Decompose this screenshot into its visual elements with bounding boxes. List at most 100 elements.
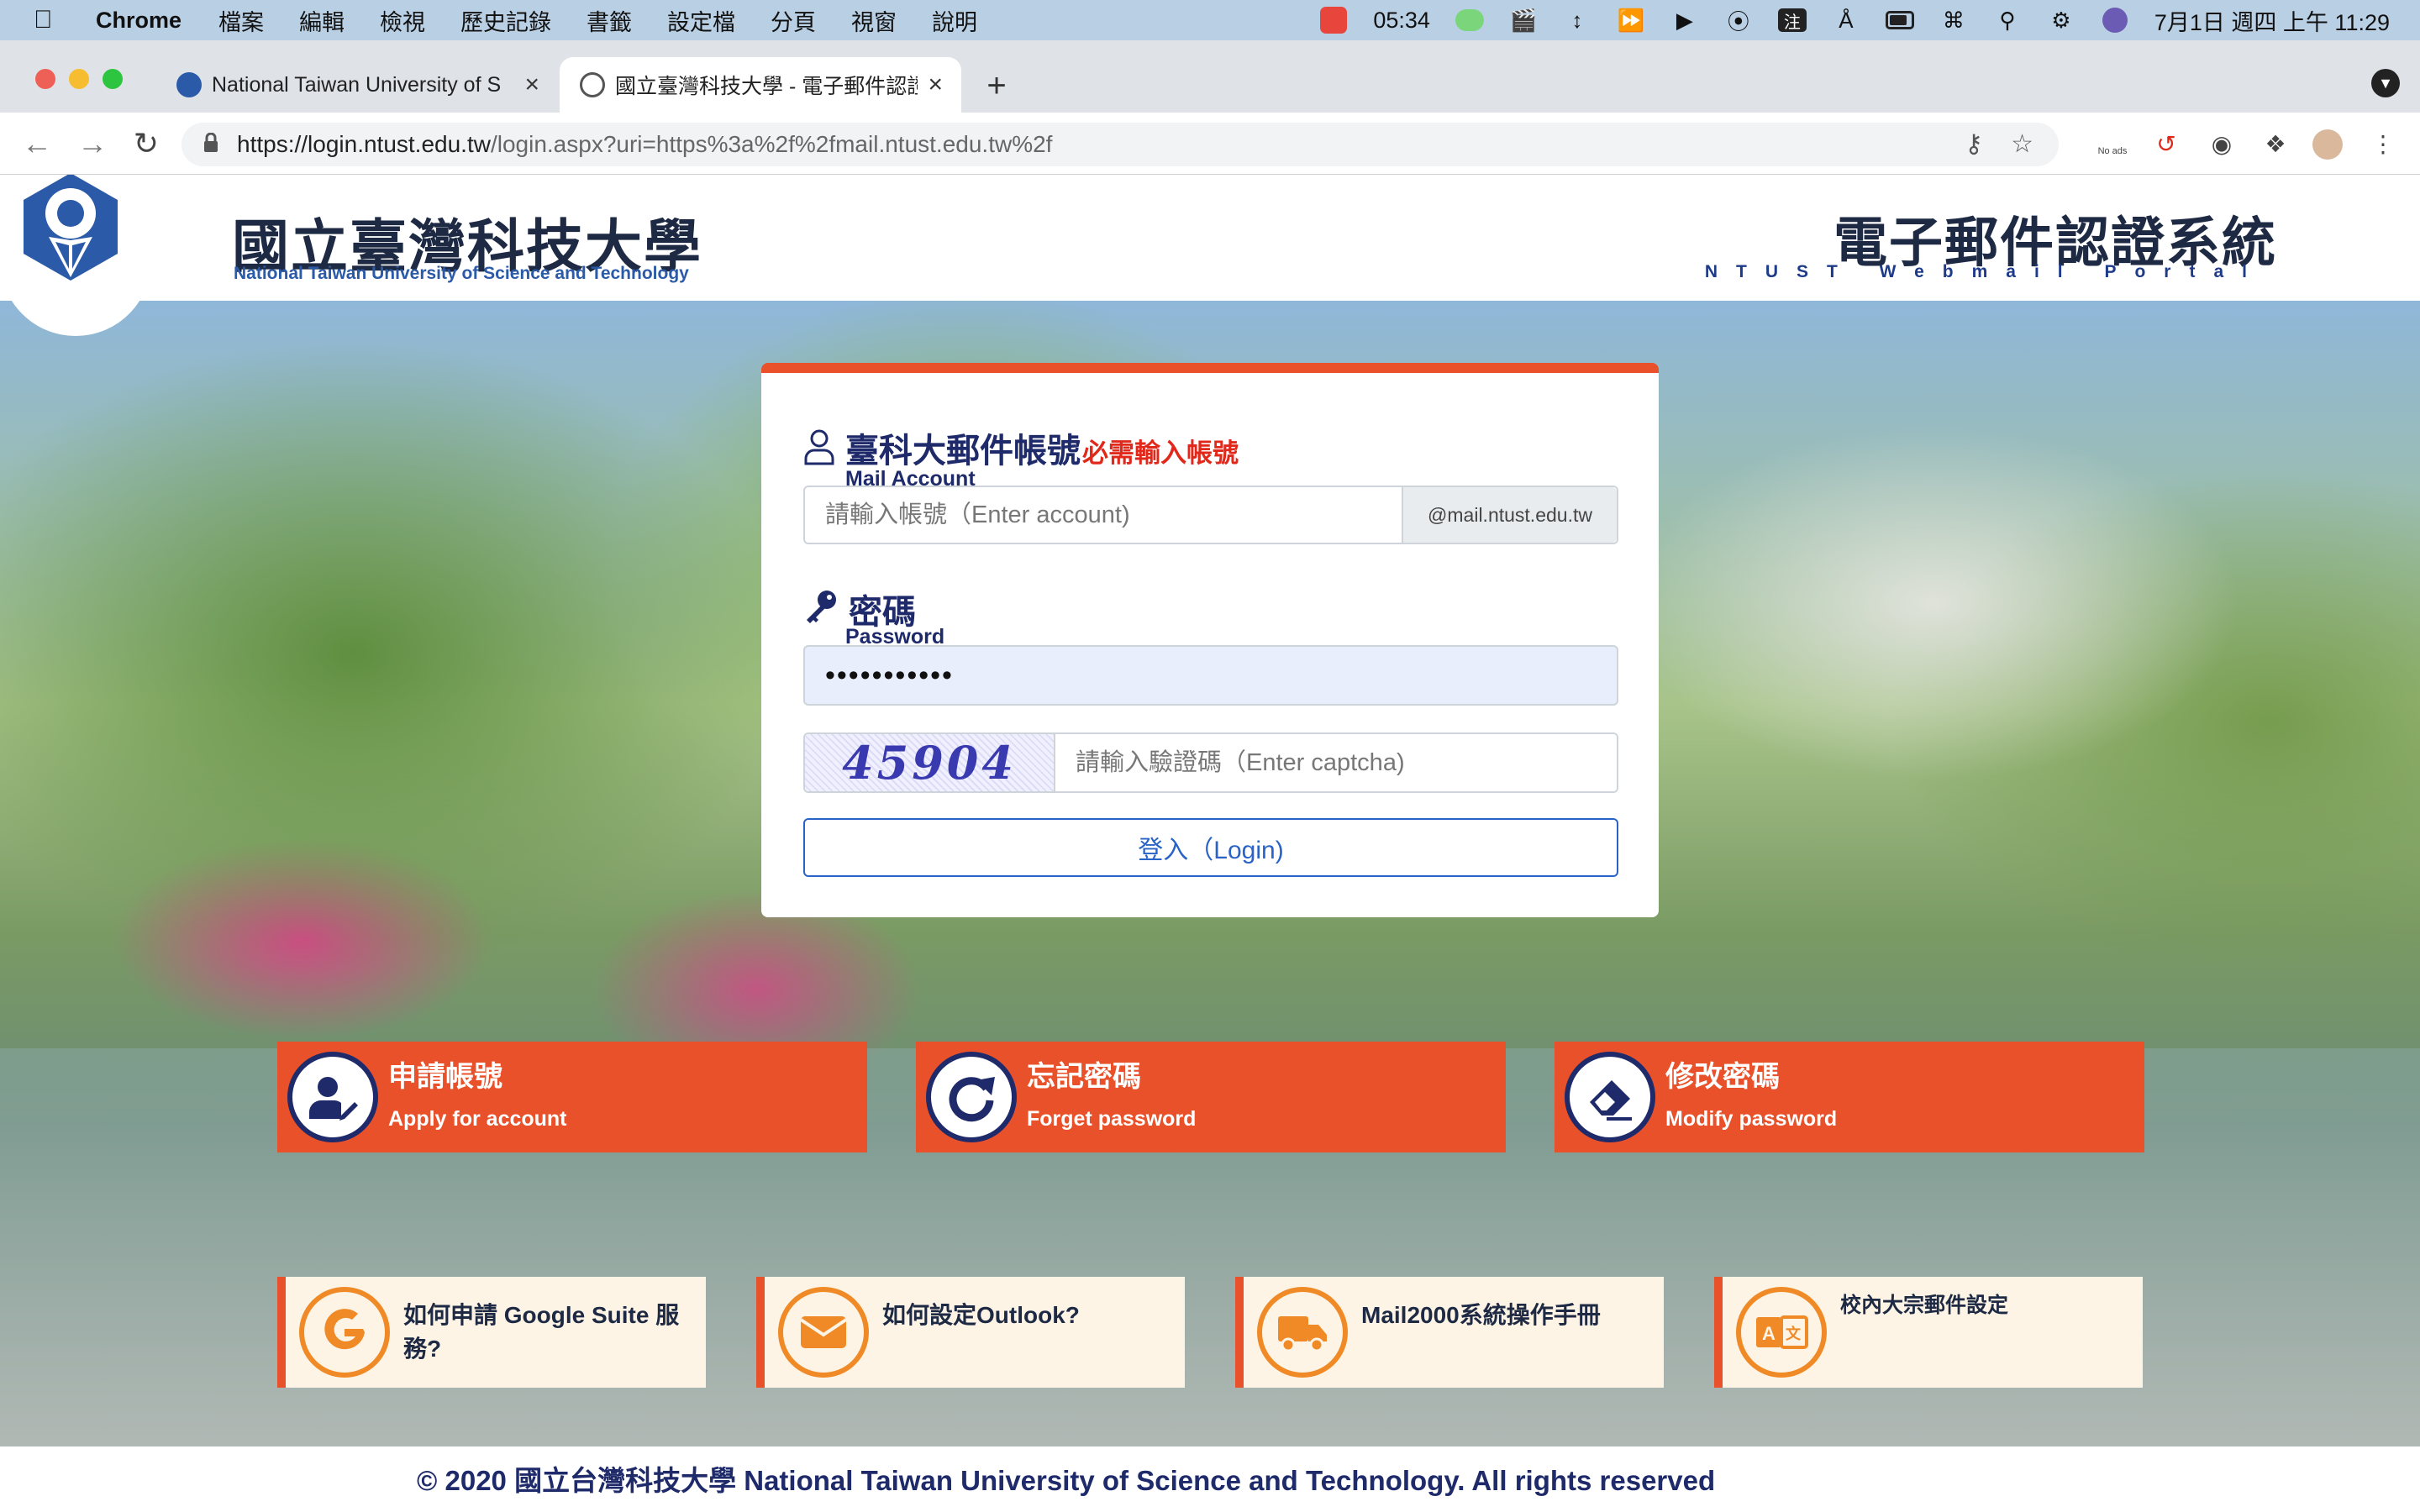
menu-tab[interactable]: 分頁: [771, 4, 816, 37]
forward-arrow-icon[interactable]: →: [76, 126, 109, 161]
site-header: 國立臺灣科技大學 National Taiwan University of S…: [0, 175, 2420, 301]
action-title: 修改密碼: [1665, 1061, 1780, 1093]
menu-datetime[interactable]: 7月1日 週四 上午 11:29: [2154, 4, 2390, 37]
ntust-favicon-icon: [176, 72, 202, 97]
mail-domain-suffix: @mail.ntust.edu.tw: [1402, 487, 1617, 543]
timer-readout: 05:34: [1373, 7, 1430, 33]
help-google-suite[interactable]: 如何申請 Google Suite 服務?: [277, 1277, 706, 1388]
spotlight-search-icon[interactable]: ⚲: [1993, 8, 2022, 33]
help-link-text: 如何申請 Google Suite 服務?: [403, 1302, 680, 1362]
new-tab-button[interactable]: +: [978, 67, 1015, 104]
envelope-icon: [778, 1287, 869, 1378]
menu-help[interactable]: 說明: [932, 4, 977, 37]
window-minimize-button[interactable]: [69, 69, 89, 89]
logo-badge[interactable]: [0, 175, 151, 336]
apply-account-button[interactable]: 申請帳號 Apply for account: [277, 1042, 867, 1152]
site-footer: © 2020 國立台灣科技大學 National Taiwan Universi…: [0, 1446, 2420, 1512]
menu-profiles[interactable]: 設定檔: [667, 4, 735, 37]
truck-icon: [1257, 1287, 1348, 1378]
login-button[interactable]: 登入（Login): [803, 818, 1618, 877]
help-link-text: Mail2000系統操作手冊: [1361, 1302, 1601, 1328]
modify-password-button[interactable]: 修改密碼 Modify password: [1555, 1042, 2144, 1152]
tab-title: 國立臺灣科技大學 - 電子郵件認證: [615, 75, 918, 98]
menu-history[interactable]: 歷史記錄: [460, 4, 551, 37]
battery-icon[interactable]: [1885, 8, 1914, 32]
svg-text:A: A: [1762, 1323, 1776, 1344]
back-arrow-icon[interactable]: ←: [20, 126, 54, 161]
eraser-icon: [1565, 1052, 1655, 1142]
input-method-icon[interactable]: 注: [1777, 8, 1807, 32]
account-label-row: 臺科大郵件帳號 必需輸入帳號: [803, 423, 1239, 472]
login-card: 臺科大郵件帳號 必需輸入帳號 Mail Account @mail.ntust.…: [761, 363, 1659, 917]
more-menu-icon[interactable]: ⋮: [2368, 129, 2398, 160]
portal-title-en: NTUST Webmail Portal: [1704, 262, 2265, 281]
action-subtitle: Modify password: [1665, 1107, 1838, 1131]
password-input[interactable]: [803, 645, 1618, 706]
clapper-icon[interactable]: 🎬: [1509, 8, 1538, 33]
play-circle-icon[interactable]: ▶: [1670, 8, 1699, 33]
tab-title: National Taiwan University of S: [212, 72, 502, 97]
grammar-extension-icon[interactable]: ↺: [2151, 129, 2181, 160]
action-title: 申請帳號: [388, 1061, 502, 1093]
bookmark-star-icon[interactable]: ☆: [2011, 129, 2033, 159]
timer-app-icon[interactable]: [1319, 7, 1348, 34]
menu-file[interactable]: 檔案: [218, 4, 264, 37]
captcha-image[interactable]: 45904: [805, 734, 1055, 791]
svg-text:文: 文: [1786, 1325, 1802, 1343]
webpage: 國立臺灣科技大學 National Taiwan University of S…: [0, 175, 2420, 1512]
forget-password-button[interactable]: 忘記密碼 Forget password: [916, 1042, 1506, 1152]
user-edit-icon: [287, 1052, 378, 1142]
color-extension-icon[interactable]: ◉: [2207, 129, 2237, 160]
chat-status-icon[interactable]: [1455, 8, 1484, 32]
reload-icon[interactable]: ↻: [129, 126, 163, 161]
tab-ntust-webmail[interactable]: 國立臺灣科技大學 - 電子郵件認證 ×: [560, 57, 961, 113]
url-host: https://login.ntust.edu.tw: [237, 131, 491, 157]
help-link-text: 校內大宗郵件設定: [1840, 1294, 2009, 1317]
url-text: https://login.ntust.edu.tw/login.aspx?ur…: [237, 131, 1052, 158]
captcha-input[interactable]: [1055, 734, 1617, 791]
apple-icon[interactable]: : [34, 6, 74, 34]
fast-forward-icon[interactable]: ⏩: [1617, 8, 1645, 33]
redo-icon: [926, 1052, 1017, 1142]
help-outlook[interactable]: 如何設定Outlook?: [756, 1277, 1185, 1388]
action-subtitle: Apply for account: [388, 1107, 567, 1131]
app-menu: Chrome 檔案 編輯 檢視 歷史記錄 書籤 設定檔 分頁 視窗 說明: [74, 4, 1013, 37]
tab-close-icon[interactable]: ×: [928, 71, 943, 99]
copyright-text: © 2020 國立台灣科技大學 National Taiwan Universi…: [417, 1465, 1716, 1496]
tab-ntust-info[interactable]: National Taiwan University of S ×: [156, 57, 558, 113]
ntust-logo-icon: [24, 175, 118, 281]
captcha-input-group: 45904: [803, 732, 1618, 793]
airdrop-icon[interactable]: ⦿: [1724, 8, 1753, 34]
translate-icon: A文: [1736, 1287, 1827, 1378]
menu-view[interactable]: 檢視: [380, 4, 425, 37]
help-mail2000-manual[interactable]: Mail2000系統操作手冊: [1235, 1277, 1664, 1388]
menu-bookmarks[interactable]: 書籤: [587, 4, 632, 37]
status-area: 05:34 🎬 ↕ ⏩ ▶ ⦿ 注 Å ⌘ ⚲ ⚙ 7月1日 週四 上午 11:…: [1319, 0, 2390, 40]
action-title: 忘記密碼: [1027, 1061, 1141, 1093]
account-input[interactable]: [805, 487, 1402, 543]
help-bulk-mail-settings[interactable]: A文 校內大宗郵件設定: [1714, 1277, 2143, 1388]
menu-app-name[interactable]: Chrome: [96, 8, 182, 34]
siri-icon[interactable]: [2101, 8, 2129, 33]
address-bar[interactable]: https://login.ntust.edu.tw/login.aspx?ur…: [182, 123, 2059, 166]
lock-icon: [204, 133, 218, 152]
control-center-icon[interactable]: ⚙: [2047, 8, 2075, 33]
window-zoom-button[interactable]: [103, 69, 123, 89]
account-label: 臺科大郵件帳號: [845, 433, 1081, 470]
menu-edit[interactable]: 編輯: [299, 4, 345, 37]
menu-window[interactable]: 視窗: [851, 4, 897, 37]
macos-menu-bar:  Chrome 檔案 編輯 檢視 歷史記錄 書籤 設定檔 分頁 視窗 說明 0…: [0, 0, 2420, 40]
password-key-icon[interactable]: ⚷: [1965, 129, 1983, 159]
tab-close-icon[interactable]: ×: [524, 71, 539, 99]
account-input-group: @mail.ntust.edu.tw: [803, 486, 1618, 544]
window-close-button[interactable]: [35, 69, 55, 89]
bluetooth-icon[interactable]: Å: [1832, 8, 1860, 33]
extensions-puzzle-icon[interactable]: ❖: [2260, 129, 2291, 160]
wifi-icon[interactable]: ⌘: [1939, 8, 1968, 33]
account-required-note: 必需輸入帳號: [1082, 438, 1239, 468]
arrows-updown-icon[interactable]: ↕: [1563, 8, 1591, 33]
tab-search-icon[interactable]: ▼: [2371, 69, 2400, 97]
globe-icon: [580, 72, 605, 97]
profile-avatar[interactable]: [2312, 129, 2343, 160]
no-ads-extension-icon[interactable]: No ads: [2097, 129, 2128, 160]
